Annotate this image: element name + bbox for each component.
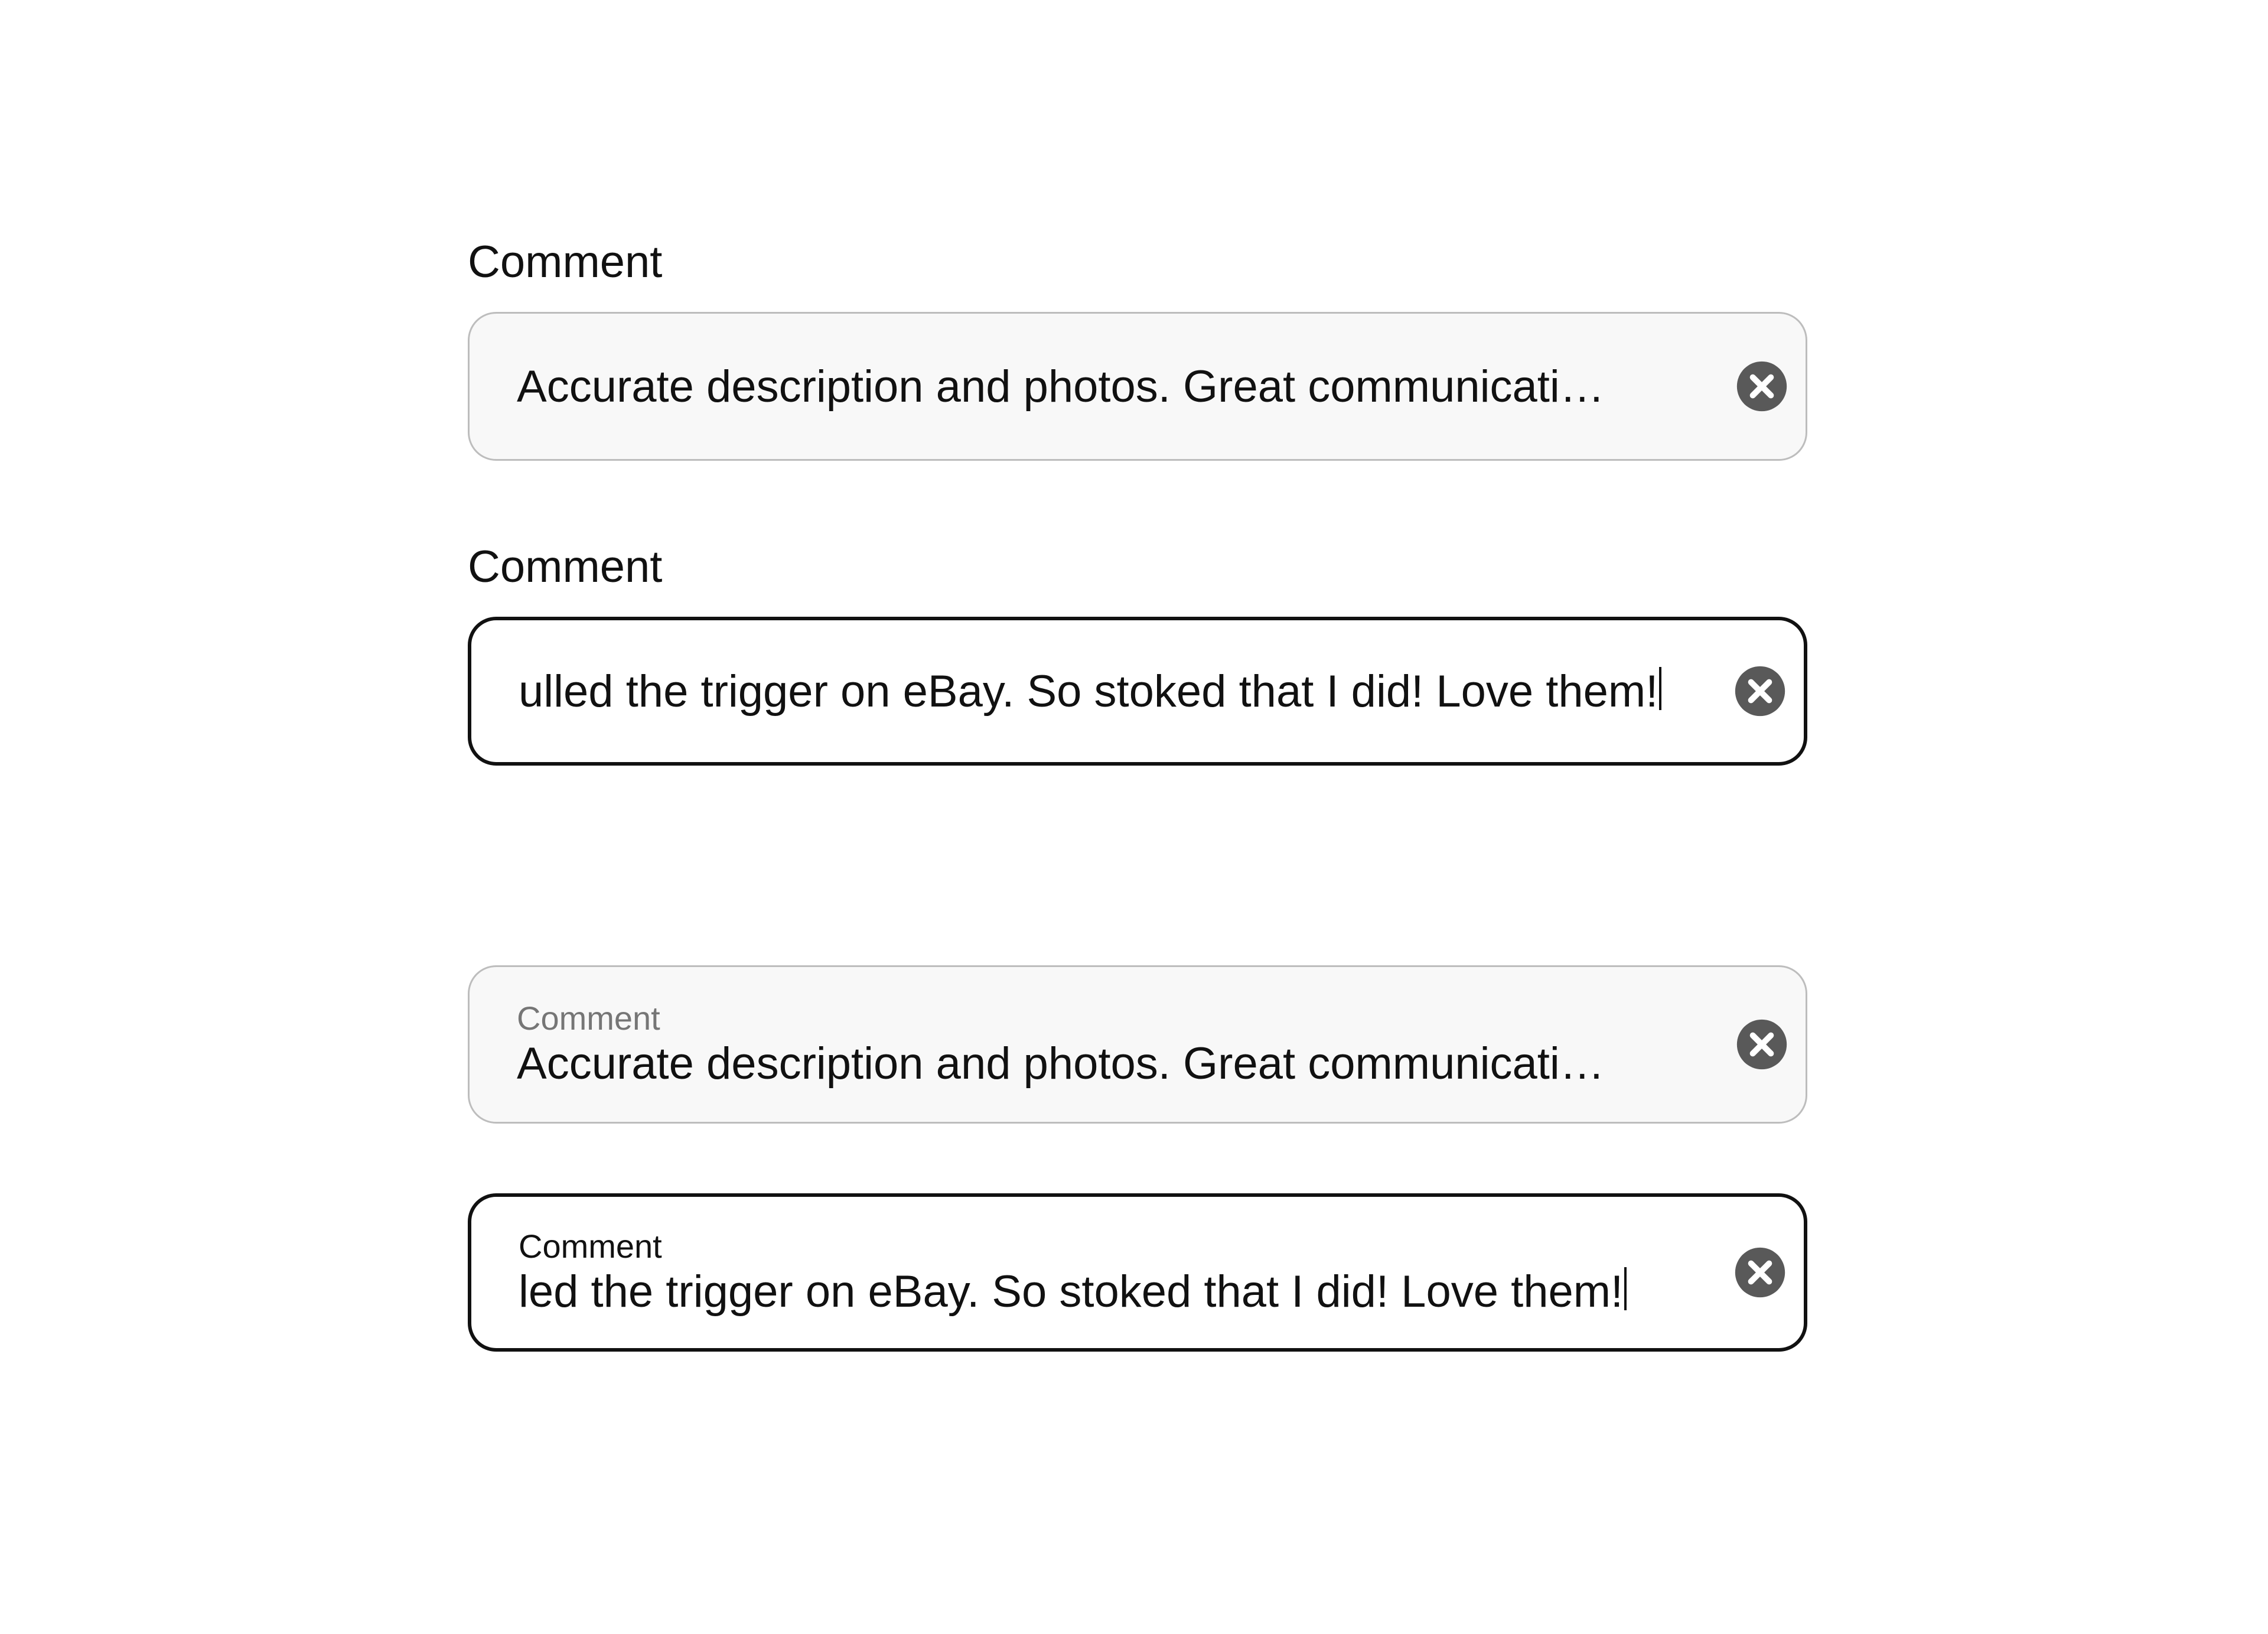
comment-input-floatlabel-resting[interactable]: Comment Accurate description and photos.… xyxy=(468,965,1807,1124)
clear-button[interactable] xyxy=(1735,1017,1789,1072)
text-caret xyxy=(1659,667,1661,709)
text-caret xyxy=(1624,1267,1627,1310)
comment-input-focused[interactable]: ulled the trigger on eBay. So stoked tha… xyxy=(468,617,1807,766)
comment-input-value: ulled the trigger on eBay. So stoked tha… xyxy=(519,666,1719,717)
clear-icon xyxy=(1733,664,1787,718)
comment-input-value: led the trigger on eBay. So stoked that … xyxy=(519,1266,1719,1317)
clear-button[interactable] xyxy=(1735,359,1789,414)
comment-input-floatlabel-focused[interactable]: Comment led the trigger on eBay. So stok… xyxy=(468,1193,1807,1352)
clear-icon xyxy=(1735,1017,1789,1072)
comment-float-label: Comment xyxy=(517,1000,1720,1037)
clear-icon xyxy=(1735,359,1789,414)
comment-input-resting[interactable]: Accurate description and photos. Great c… xyxy=(468,312,1807,461)
clear-icon xyxy=(1733,1245,1787,1300)
comment-float-label: Comment xyxy=(519,1228,1719,1265)
comment-input-value: Accurate description and photos. Great c… xyxy=(517,1038,1720,1089)
comment-input-value: Accurate description and photos. Great c… xyxy=(517,361,1720,412)
clear-button[interactable] xyxy=(1733,1245,1787,1300)
comment-label: Comment xyxy=(468,542,1807,592)
comment-label: Comment xyxy=(468,237,1807,287)
clear-button[interactable] xyxy=(1733,664,1787,718)
